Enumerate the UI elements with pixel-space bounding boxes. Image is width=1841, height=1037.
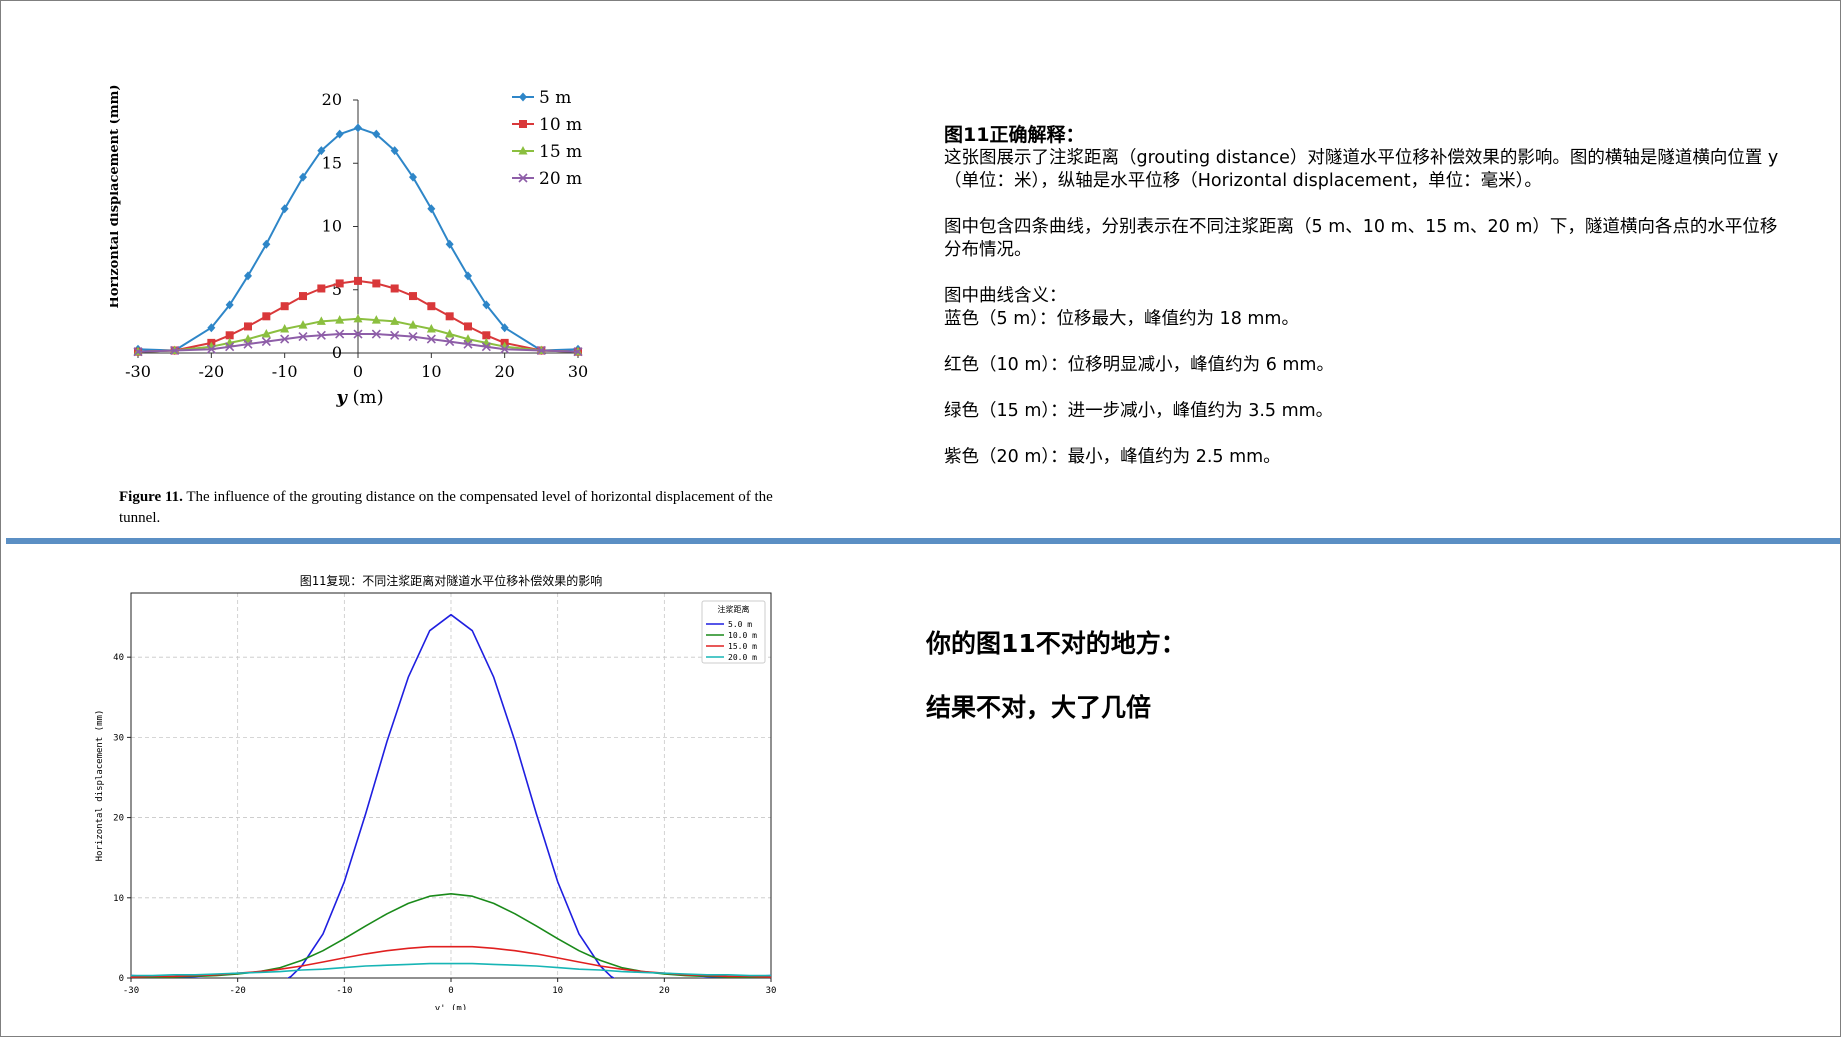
legend-label: 15 m <box>539 142 582 162</box>
y-tick-label: 10 <box>322 217 342 236</box>
x-tick-label: 20 <box>659 986 670 996</box>
explanation-panel: 图11正确解释： 这张图展示了注浆距离（grouting distance）对隧… <box>944 124 1784 469</box>
y-tick-label: 30 <box>113 733 124 743</box>
x-tick-label: 30 <box>568 362 588 381</box>
data-point <box>445 312 454 321</box>
explanation-title: 图11正确解释： <box>944 124 1085 146</box>
y-axis-title: Horizontal displacement (mm) <box>95 710 105 862</box>
explanation-paragraph-1: 这张图展示了注浆距离（grouting distance）对隧道水平位移补偿效果… <box>944 148 1779 191</box>
data-point <box>299 292 307 301</box>
curve-red-note: 红色（10 m）：位移明显减小，峰值约为 6 mm。 <box>944 355 1334 375</box>
x-axis-title: y' (m) <box>435 1004 468 1010</box>
legend-label: 10.0 m <box>728 631 757 640</box>
data-point <box>427 302 436 311</box>
curve-green-note: 绿色（15 m）：进一步减小，峰值约为 3.5 mm。 <box>944 401 1334 421</box>
legend-label: 10 m <box>539 115 582 135</box>
reference-chart: 05101520-30 -20 -10 0 10 20 30y (m)Horizontal … <box>110 85 588 408</box>
data-point <box>519 120 527 128</box>
section-divider <box>6 538 1840 544</box>
y-tick-label: 40 <box>113 653 124 663</box>
y-tick-label: 20 <box>322 90 342 109</box>
y-tick-label: 20 <box>113 814 124 824</box>
x-tick-label: -30 <box>125 362 151 381</box>
data-point <box>372 279 381 288</box>
verdict-panel: 你的图11不对的地方： 结果不对，大了几倍 <box>926 612 1726 740</box>
x-tick-label: -30 <box>123 986 139 996</box>
x-tick-label: 30 <box>766 986 777 996</box>
data-point <box>280 302 289 311</box>
y-tick-label: 10 <box>113 894 124 904</box>
legend-label: 5.0 m <box>728 620 752 629</box>
data-point <box>244 322 252 331</box>
verdict-message: 结果不对，大了几倍 <box>926 693 1152 722</box>
legend-label: 15.0 m <box>728 642 757 651</box>
caption-label: Figure 11. <box>119 489 183 505</box>
curve-blue-note: 蓝色（5 m）：位移最大，峰值约为 18 mm。 <box>944 309 1299 329</box>
x-tick-label: -20 <box>230 986 246 996</box>
curve-purple-note: 紫色（20 m）：最小，峰值约为 2.5 mm。 <box>944 447 1281 467</box>
x-tick-label: -10 <box>272 362 298 381</box>
x-tick-label: -20 <box>198 362 224 381</box>
explanation-paragraph-2: 图中包含四条曲线，分别表示在不同注浆距离（5 m、10 m、15 m、20 m）… <box>944 217 1778 260</box>
data-point <box>519 92 527 102</box>
data-point <box>354 123 362 133</box>
legend-label: 20.0 m <box>728 653 757 662</box>
data-point <box>390 284 399 293</box>
y-tick-label: 15 <box>322 153 342 172</box>
legend-label: 5 m <box>539 88 571 108</box>
x-axis-title: y (m) <box>335 387 383 408</box>
data-point <box>335 279 344 288</box>
x-tick-label: 10 <box>552 986 563 996</box>
reproduced-chart: 图11复现：不同注浆距离对隧道水平位移补偿效果的影响 -30 -20 -10 0 10 20… <box>95 573 777 1010</box>
x-tick-label: 0 <box>353 362 363 381</box>
data-point <box>317 284 326 293</box>
data-point <box>464 322 472 331</box>
curves-heading: 图中曲线含义： <box>944 286 1067 306</box>
x-tick-label: 10 <box>421 362 441 381</box>
y-tick-label: 0 <box>332 343 342 362</box>
y-axis-title: Horizontal displacement (mm) <box>110 85 122 309</box>
y-tick-label: 0 <box>119 974 124 984</box>
x-tick-label: -10 <box>336 986 352 996</box>
data-point <box>354 276 362 285</box>
caption-text: The influence of the grouting distance o… <box>119 489 773 526</box>
legend-title: 注浆距离 <box>718 604 750 614</box>
verdict-heading: 你的图11不对的地方： <box>926 629 1186 658</box>
data-point <box>262 312 271 321</box>
x-tick-label: 0 <box>448 986 453 996</box>
data-point <box>409 292 417 301</box>
legend-label: 20 m <box>539 169 582 189</box>
x-tick-label: 20 <box>494 362 514 381</box>
chart-title: 图11复现：不同注浆距离对隧道水平位移补偿效果的影响 <box>300 573 602 588</box>
figure-caption: Figure 11. The influence of the grouting… <box>119 487 799 529</box>
